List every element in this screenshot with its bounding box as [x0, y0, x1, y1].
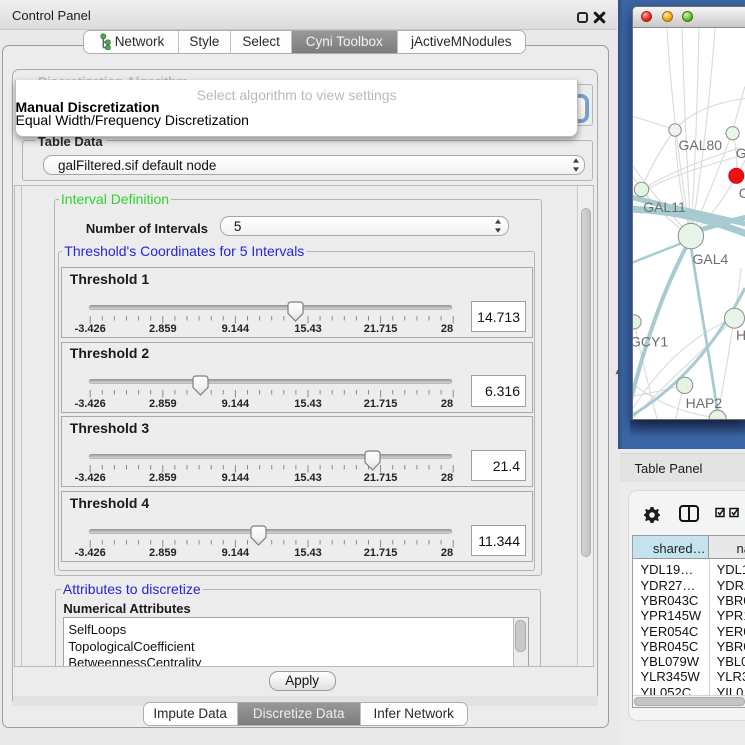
- svg-text:GCY1: GCY1: [633, 334, 668, 350]
- svg-text:GAL11: GAL11: [643, 199, 686, 215]
- svg-text:HI: HI: [736, 327, 745, 343]
- svg-text:GAL4: GAL4: [693, 251, 729, 267]
- svg-text:GA: GA: [736, 145, 745, 161]
- svg-text:GAL80: GAL80: [679, 137, 723, 153]
- svg-text:CA: CA: [739, 185, 745, 201]
- svg-text:HAP2: HAP2: [686, 395, 723, 411]
